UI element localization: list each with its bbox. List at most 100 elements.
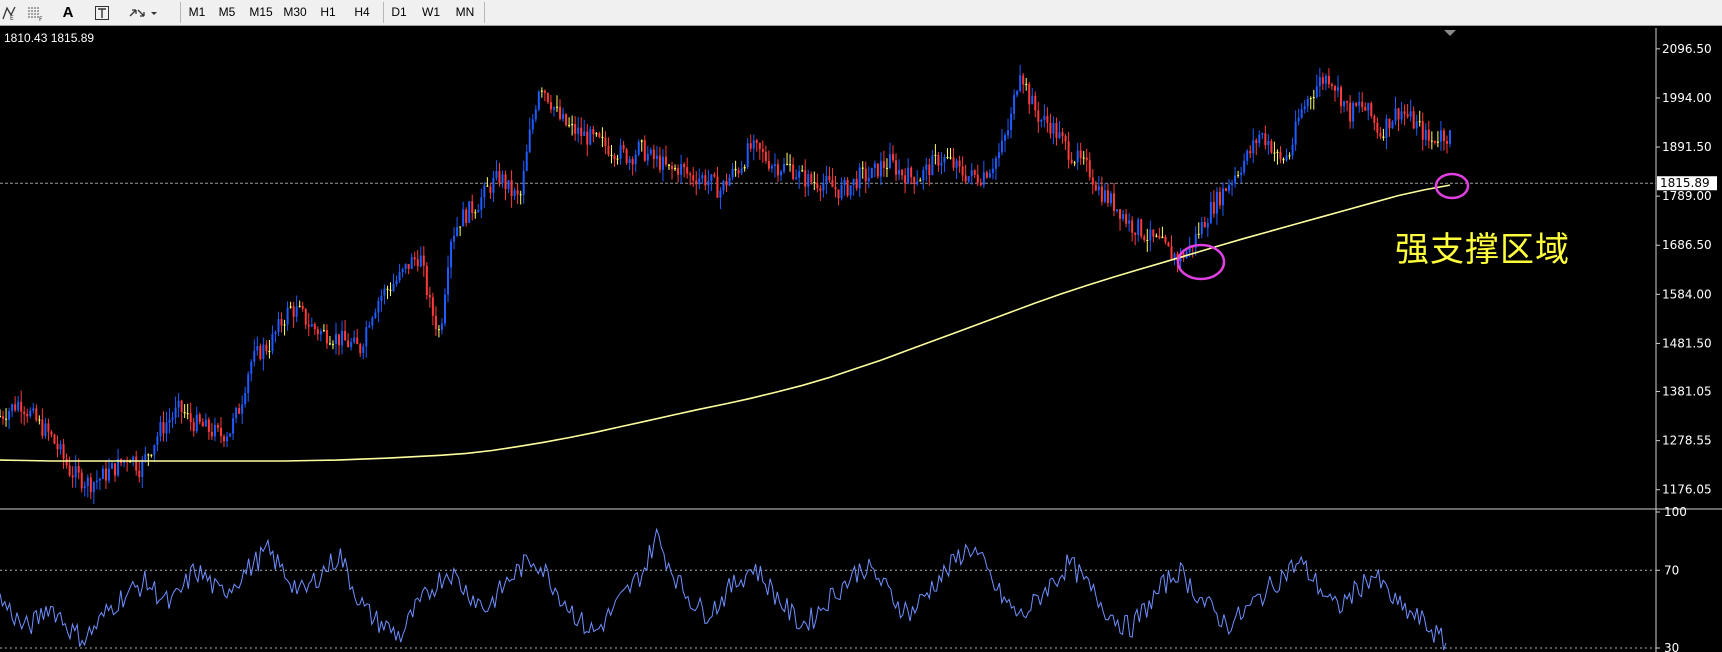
candle-body	[1421, 121, 1424, 140]
candle-body	[1085, 157, 1088, 161]
candle-body	[407, 264, 410, 269]
candle-body	[819, 188, 822, 191]
timeframe-w1[interactable]: W1	[419, 2, 443, 23]
candle-body	[147, 454, 150, 456]
candle-body	[834, 187, 837, 190]
text-label-icon[interactable]	[92, 2, 112, 23]
candle-body	[38, 419, 41, 421]
candle-body	[934, 154, 937, 156]
price-tick-label: 2096.50	[1662, 42, 1712, 56]
candle-body	[50, 431, 53, 435]
timeframe-m15[interactable]: M15	[246, 2, 276, 23]
candle-body	[870, 168, 873, 178]
candle-body	[882, 161, 885, 168]
candle-body	[1152, 229, 1155, 237]
candle-body	[495, 170, 498, 178]
candle-body	[537, 91, 540, 110]
candle-body	[783, 163, 786, 172]
candle-body	[62, 444, 65, 459]
candle-body	[1079, 150, 1082, 159]
candle-body	[250, 361, 253, 374]
timeframe-mn[interactable]: MN	[452, 2, 478, 23]
candle-body	[14, 404, 17, 411]
timeframe-m30[interactable]: M30	[280, 2, 310, 23]
text-tool-icon[interactable]: A	[58, 2, 78, 23]
candle-body	[534, 109, 537, 120]
candle-body	[383, 288, 386, 296]
candle-body	[1179, 253, 1182, 262]
candle-body	[501, 174, 504, 184]
candle-body	[165, 422, 168, 434]
candle-body	[970, 170, 973, 177]
candle-body	[513, 190, 516, 196]
candle-body	[144, 454, 147, 460]
candle-body	[586, 131, 589, 145]
candle-body	[1330, 84, 1333, 87]
candle-body	[967, 176, 970, 182]
candle-body	[761, 149, 764, 152]
candle-body	[580, 127, 583, 136]
candle-body	[786, 163, 789, 165]
candle-body	[80, 472, 83, 489]
candle-body	[1197, 233, 1200, 235]
candle-body	[120, 458, 123, 463]
candle-body	[1100, 186, 1103, 202]
candle-body	[1418, 121, 1421, 123]
candle-body	[1191, 245, 1194, 248]
candle-body	[1158, 235, 1161, 239]
candle-body	[876, 163, 879, 177]
price-tick-label: 1481.50	[1662, 336, 1712, 350]
candle-body	[171, 417, 174, 420]
candle-body	[1246, 150, 1249, 161]
candle-body	[1267, 140, 1270, 146]
timeframe-h1[interactable]: H1	[316, 2, 340, 23]
candle-body	[428, 295, 431, 298]
candle-body	[117, 458, 120, 476]
fibo-icon[interactable]: E	[0, 2, 18, 23]
candle-body	[241, 404, 244, 414]
candle-body	[1016, 90, 1019, 96]
candle-body	[776, 164, 779, 176]
candle-body	[477, 209, 480, 213]
price-tick-label: 1381.05	[1662, 385, 1712, 399]
candle-body	[867, 177, 870, 182]
candle-body	[453, 235, 456, 242]
candle-body	[922, 169, 925, 181]
candle-body	[722, 180, 725, 191]
candle-body	[1109, 193, 1112, 204]
candle-body	[855, 178, 858, 189]
candle-body	[816, 182, 819, 189]
candle-body	[92, 482, 95, 493]
candle-body	[540, 90, 543, 92]
candle-body	[976, 174, 979, 183]
candle-body	[701, 175, 704, 179]
candle-body	[1449, 130, 1451, 144]
candle-body	[404, 264, 407, 269]
candle-body	[525, 151, 528, 171]
candle-body	[1385, 118, 1388, 138]
support-zone-annotation: 强支撑区域	[1395, 230, 1570, 270]
candle-body	[1200, 222, 1203, 235]
timeframe-h4[interactable]: H4	[350, 2, 374, 23]
candle-body	[286, 307, 289, 325]
candle-body	[598, 133, 601, 137]
candle-body	[919, 180, 922, 182]
candle-body	[640, 140, 643, 142]
arrows-icon[interactable]	[126, 2, 160, 23]
fibo-channel-icon[interactable]: F	[24, 2, 46, 23]
candle-body	[2, 416, 5, 419]
candle-body	[846, 179, 849, 196]
candle-body	[450, 241, 453, 268]
candle-body	[625, 149, 628, 163]
timeframe-m5[interactable]: M5	[214, 2, 240, 23]
candle-body	[1143, 236, 1146, 240]
timeframe-d1[interactable]: D1	[388, 2, 410, 23]
candle-body	[622, 145, 625, 150]
candle-body	[792, 164, 795, 179]
candle-body	[1155, 235, 1158, 237]
timeframe-m1[interactable]: M1	[184, 2, 210, 23]
candle-body	[1324, 75, 1327, 84]
price-chart[interactable]: 2096.50 1994.00 1891.50 1789.00 1686.50 1584.…	[0, 0, 1722, 652]
candle-body	[328, 343, 331, 345]
candle-body	[389, 289, 392, 291]
